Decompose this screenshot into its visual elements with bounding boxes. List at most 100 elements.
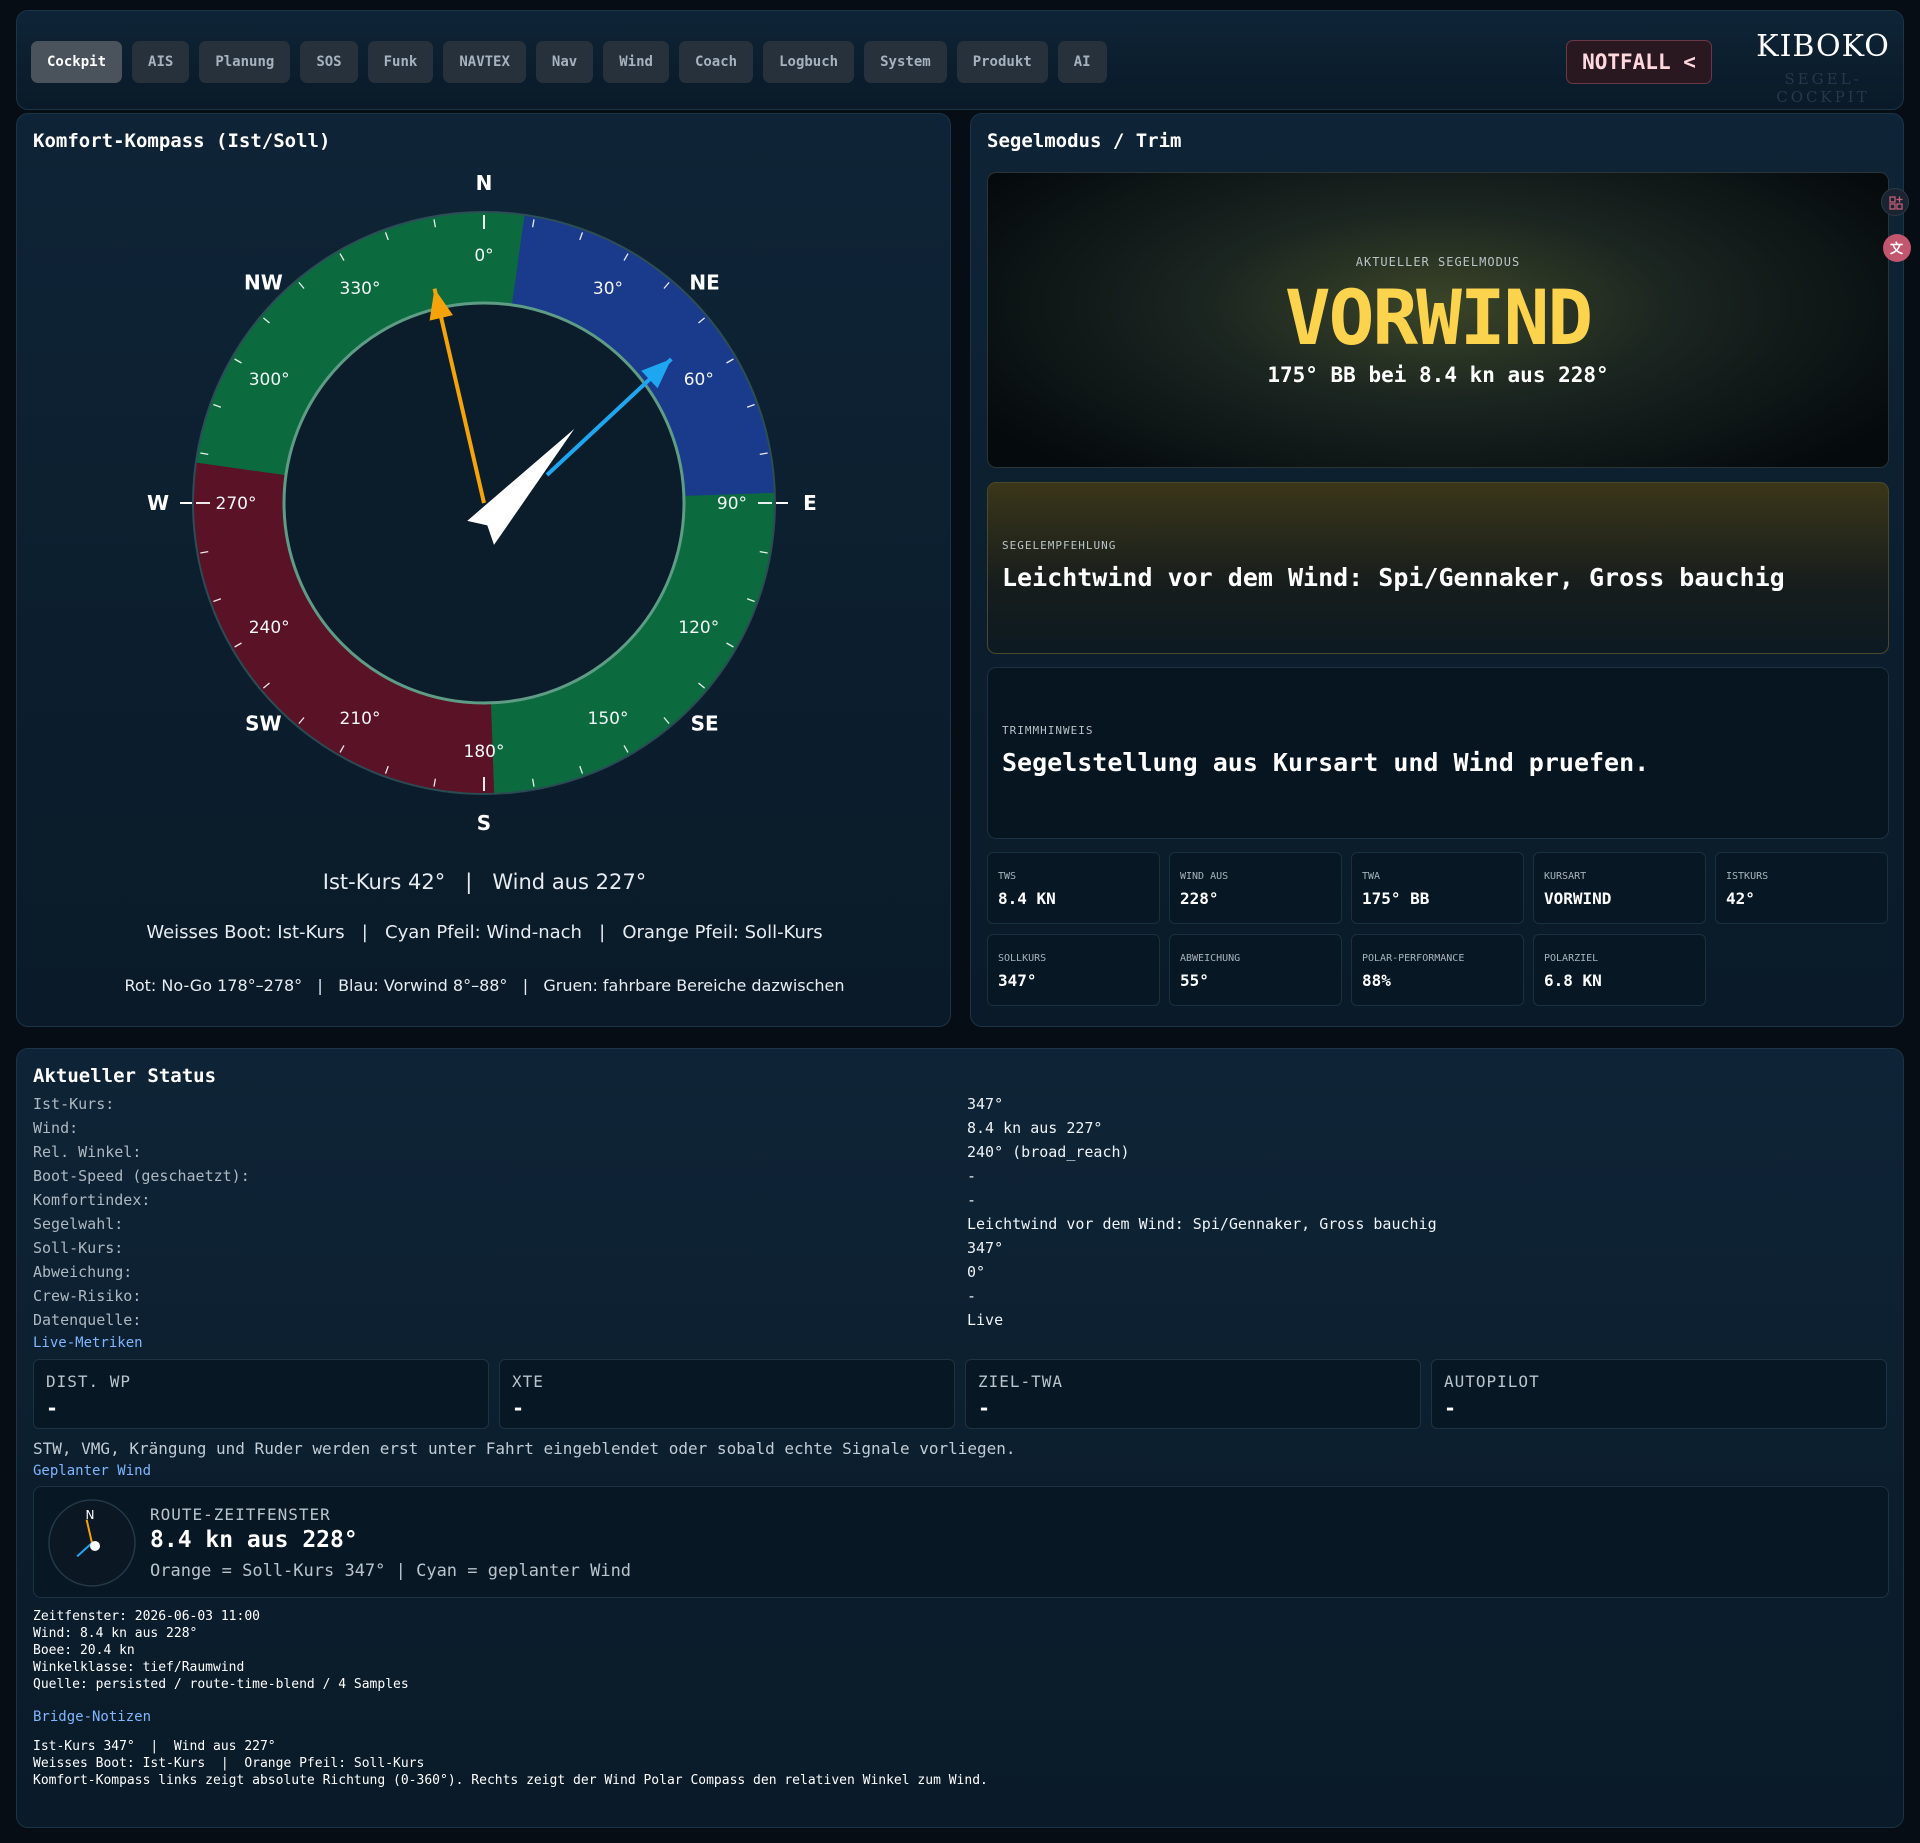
tab-produkt[interactable]: Produkt — [956, 41, 1048, 83]
degree-label: 30° — [593, 279, 623, 299]
tab-coach[interactable]: Coach — [678, 41, 754, 83]
translate-icon[interactable]: 文 — [1883, 234, 1911, 262]
tile-label: WIND AUS — [1180, 871, 1229, 882]
segelempfehlung-card: SEGELEMPFEHLUNG Leichtwind vor dem Wind:… — [987, 482, 1889, 654]
compass-legend: Weisses Boot: Ist-Kurs | Cyan Pfeil: Win… — [146, 922, 823, 943]
status-key: Segelwahl: — [33, 1215, 124, 1233]
status-key: Crew-Risiko: — [33, 1287, 142, 1305]
tile-label: ISTKURS — [1726, 871, 1769, 882]
tile-value: 6.8 KN — [1544, 971, 1602, 990]
tab-nav[interactable]: Nav — [535, 41, 594, 83]
route-zeitfenster-card: N ROUTE-ZEITFENSTER 8.4 kn aus 228° Oran… — [33, 1486, 1889, 1598]
status-value: 347° — [967, 1239, 1004, 1257]
tile-label: KURSART — [1544, 871, 1587, 882]
apps-icon[interactable] — [1881, 188, 1909, 216]
route-detail-line: Boee: 20.4 kn — [33, 1643, 135, 1658]
live-metriken-link[interactable]: Live-Metriken — [33, 1335, 143, 1351]
status-key: Wind: — [33, 1119, 79, 1137]
tile-polarziel: POLARZIEL 6.8 KN — [1533, 934, 1706, 1006]
metric-label: XTE — [512, 1372, 544, 1391]
top-navigation-bar: Cockpit AIS Planung SOS Funk NAVTEX Nav Wind Coa… — [16, 10, 1904, 110]
degree-label: 300° — [249, 370, 290, 390]
bridge-note-line: Komfort-Kompass links zeigt absolute Ric… — [33, 1773, 988, 1788]
status-key: Ist-Kurs: — [33, 1095, 115, 1113]
cardinal-nw: NW — [244, 270, 283, 294]
tile-value: 8.4 KN — [998, 889, 1056, 908]
degree-label: 120° — [678, 618, 719, 638]
cardinal-w: W — [147, 491, 169, 515]
sail-title: Segelmodus / Trim — [987, 130, 1182, 152]
tile-value: 55° — [1180, 971, 1209, 990]
tile-kursart: KURSART VORWIND — [1533, 852, 1706, 924]
status-row: Wind: 8.4 kn aus 227° — [33, 1119, 1883, 1143]
rec-label: SEGELEMPFEHLUNG — [1002, 539, 1117, 552]
metric-ziel-twa: ZIEL-TWA - — [965, 1359, 1421, 1429]
mini-boat-dot — [90, 1541, 100, 1551]
tile-sollkurs: SOLLKURS 347° — [987, 934, 1160, 1006]
tab-navtex[interactable]: NAVTEX — [443, 41, 526, 83]
cardinal-s: S — [477, 811, 491, 835]
logo: KIBOKO SEGEL-COCKPIT — [1743, 29, 1903, 106]
tile-wind-aus: WIND AUS 228° — [1169, 852, 1342, 924]
tile-value: VORWIND — [1544, 889, 1612, 908]
tile-value: 347° — [998, 971, 1037, 990]
status-row: Rel. Winkel: 240° (broad_reach) — [33, 1143, 1883, 1167]
tile-abweichung: ABWEICHUNG 55° — [1169, 934, 1342, 1006]
apps-icon-graphic — [1889, 196, 1903, 210]
tile-label: SOLLKURS — [998, 953, 1047, 964]
tab-ais[interactable]: AIS — [132, 41, 190, 83]
bridge-notizen-link[interactable]: Bridge-Notizen — [33, 1709, 151, 1725]
status-row: Ist-Kurs: 347° — [33, 1095, 1883, 1119]
segelmodus-panel: Segelmodus / Trim AKTUELLER SEGELMODUS V… — [970, 113, 1904, 1027]
tab-system[interactable]: System — [864, 41, 947, 83]
segelmodus-card: AKTUELLER SEGELMODUS VORWIND 175° BB bei… — [987, 172, 1889, 468]
compass-summary: Ist-Kurs 42° | Wind aus 227° — [322, 870, 647, 894]
tab-wind[interactable]: Wind — [603, 41, 669, 83]
tab-cockpit[interactable]: Cockpit — [31, 41, 123, 83]
route-sub: Orange = Soll-Kurs 347° | Cyan = geplant… — [150, 1561, 632, 1581]
trimmhinweis-card: TRIMMHINWEIS Segelstellung aus Kursart u… — [987, 667, 1889, 839]
status-value: - — [967, 1191, 977, 1209]
tile-label: TWS — [998, 871, 1017, 882]
tile-polar-performance: POLAR-PERFORMANCE 88% — [1351, 934, 1524, 1006]
notfall-button[interactable]: NOTFALL < — [1566, 40, 1712, 84]
status-value: 240° (broad_reach) — [967, 1143, 1130, 1161]
tab-planung[interactable]: Planung — [199, 41, 291, 83]
cardinal-ne: NE — [689, 270, 719, 294]
tile-istkurs: ISTKURS 42° — [1715, 852, 1888, 924]
compass-title: Komfort-Kompass (Ist/Soll) — [33, 130, 331, 152]
status-key: Datenquelle: — [33, 1311, 142, 1329]
metric-label: AUTOPILOT — [1444, 1372, 1540, 1391]
route-detail-line: Quelle: persisted / route-time-blend / 4… — [33, 1677, 409, 1692]
tile-value: 88% — [1362, 971, 1391, 990]
status-row: Abweichung: 0° — [33, 1263, 1883, 1287]
tab-ai[interactable]: AI — [1057, 41, 1107, 83]
metric-label: ZIEL-TWA — [978, 1372, 1064, 1391]
tab-bar: Cockpit AIS Planung SOS Funk NAVTEX Nav Wind Coa… — [31, 41, 1107, 83]
route-detail-line: Winkelklasse: tief/Raumwind — [33, 1660, 245, 1675]
komfort-kompass-panel: 0° 30° 60° 90° 120° 150° 180° 210° 240° 270° 300° 3… — [16, 113, 951, 1027]
cardinal-e: E — [803, 491, 817, 515]
cardinal-n: N — [476, 171, 493, 195]
status-key: Boot-Speed (geschaetzt): — [33, 1167, 250, 1185]
geplanter-wind-link[interactable]: Geplanter Wind — [33, 1463, 151, 1479]
degree-label: 270° — [216, 494, 257, 514]
metric-autopilot: AUTOPILOT - — [1431, 1359, 1887, 1429]
svg-text:文: 文 — [1890, 241, 1904, 257]
status-key: Komfortindex: — [33, 1191, 151, 1209]
tile-label: TWA — [1362, 871, 1381, 882]
degree-label: 210° — [340, 709, 381, 729]
cardinal-sw: SW — [245, 712, 281, 736]
status-row: Segelwahl: Leichtwind vor dem Wind: Spi/G… — [33, 1215, 1883, 1239]
route-detail-line: Zeitfenster: 2026-06-03 11:00 — [33, 1609, 260, 1624]
rec-text: Leichtwind vor dem Wind: Spi/Gennaker, G… — [1002, 563, 1785, 592]
metric-label: DIST. WP — [46, 1372, 132, 1391]
route-detail-line: Wind: 8.4 kn aus 228° — [33, 1626, 198, 1641]
cardinal-se: SE — [691, 712, 719, 736]
tab-sos[interactable]: SOS — [300, 41, 358, 83]
trim-label: TRIMMHINWEIS — [1002, 724, 1094, 737]
status-value: Leichtwind vor dem Wind: Spi/Gennaker, G… — [967, 1215, 1437, 1233]
tab-logbuch[interactable]: Logbuch — [763, 41, 855, 83]
tab-funk[interactable]: Funk — [367, 41, 434, 83]
logo-subtitle: SEGEL-COCKPIT — [1776, 70, 1870, 106]
